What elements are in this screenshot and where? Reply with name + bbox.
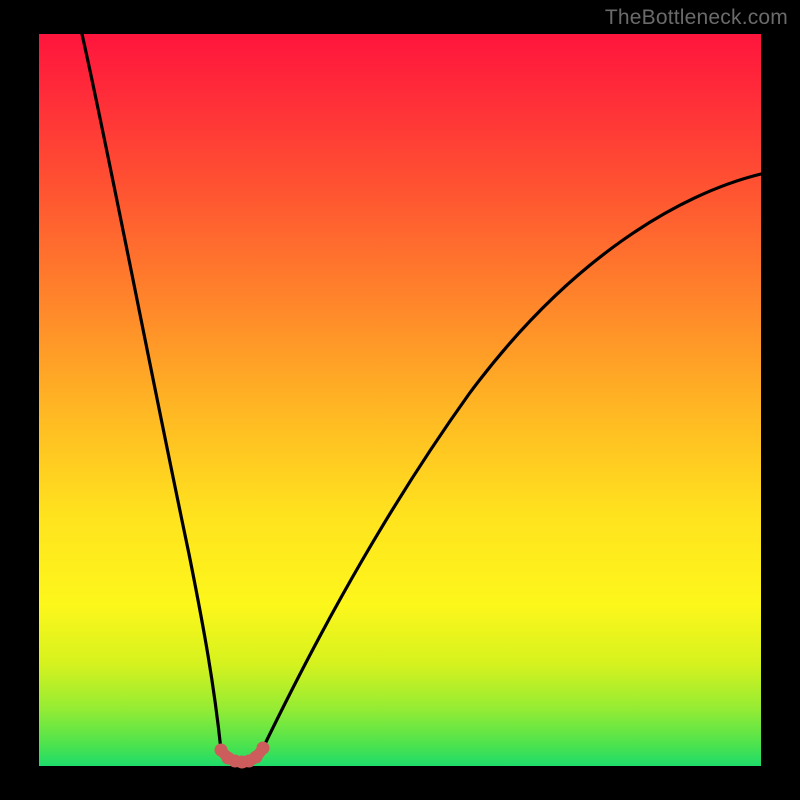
plot-area — [39, 34, 761, 766]
chart-frame: TheBottleneck.com — [0, 0, 800, 800]
watermark-text: TheBottleneck.com — [605, 6, 788, 30]
curve-left-branch — [82, 34, 221, 750]
valley-markers — [215, 742, 270, 769]
valley-marker — [257, 742, 270, 755]
curve-right-branch — [263, 174, 761, 748]
curve-layer — [39, 34, 761, 766]
